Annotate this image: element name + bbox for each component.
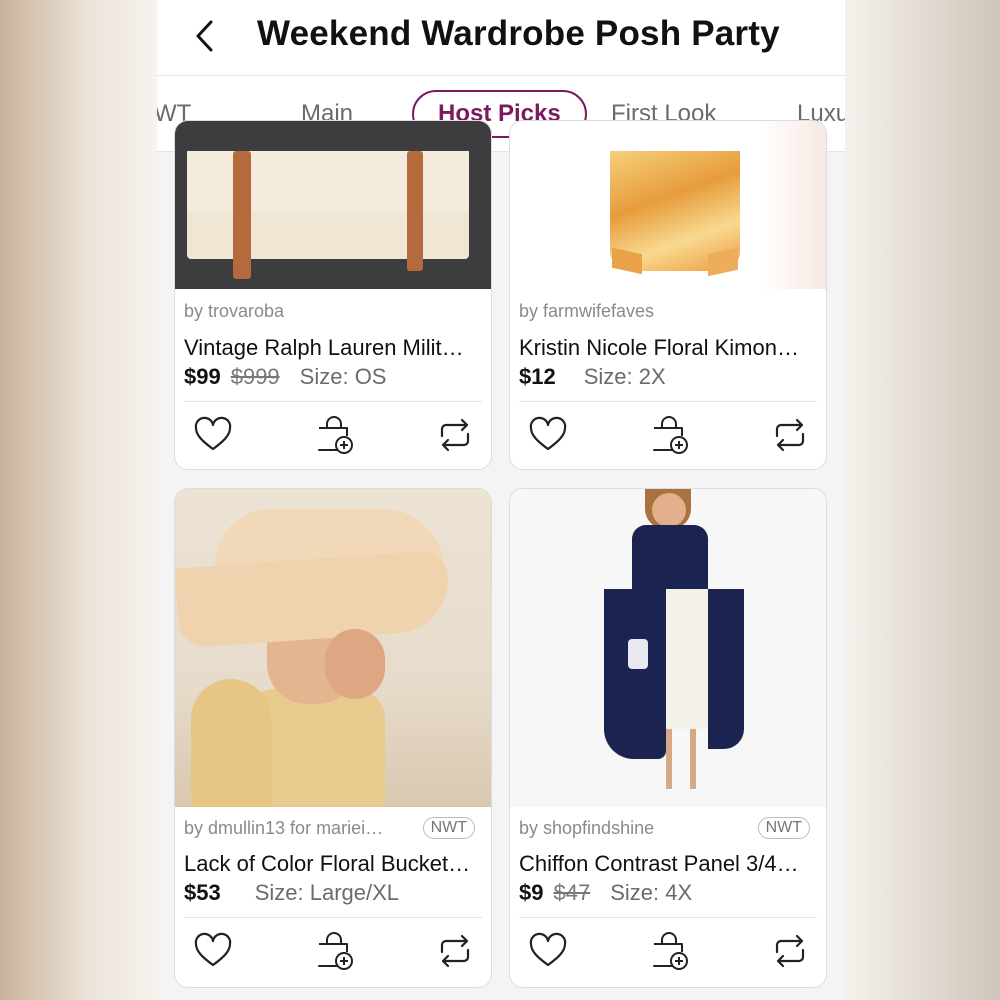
price-line: $99 $999 Size: OS	[184, 364, 386, 390]
price: $53	[184, 880, 221, 905]
bag-add-icon[interactable]	[648, 930, 690, 972]
size-label: Size: 2X	[583, 364, 666, 389]
listing-title[interactable]: Chiffon Contrast Panel 3/4…	[519, 851, 819, 877]
listing-card[interactable]: by farmwifefaves Kristin Nicole Floral K…	[509, 120, 827, 470]
price-line: $9 $47 Size: 4X	[519, 880, 692, 906]
listing-card[interactable]: by dmullin13 for mariei… NWT Lack of Col…	[174, 488, 492, 988]
share-arrows-icon[interactable]	[434, 930, 476, 972]
app-screen: Weekend Wardrobe Posh Party WT Main Host…	[157, 0, 845, 1000]
price: $99	[184, 364, 221, 389]
share-arrows-icon[interactable]	[769, 930, 811, 972]
size-label: Size: 4X	[610, 880, 693, 905]
divider	[519, 917, 817, 918]
price: $12	[519, 364, 556, 389]
price: $9	[519, 880, 544, 905]
listing-image[interactable]	[175, 489, 491, 807]
bag-add-icon[interactable]	[313, 414, 355, 456]
share-arrows-icon[interactable]	[434, 414, 476, 456]
heart-icon[interactable]	[192, 414, 234, 456]
original-price: $999	[230, 364, 280, 389]
heart-icon[interactable]	[527, 930, 569, 972]
seller-name[interactable]: by trovaroba	[184, 301, 284, 322]
original-price: $47	[553, 880, 591, 905]
listing-image[interactable]	[510, 121, 826, 289]
listing-title[interactable]: Kristin Nicole Floral Kimon…	[519, 335, 819, 361]
bag-add-icon[interactable]	[648, 414, 690, 456]
heart-icon[interactable]	[527, 414, 569, 456]
header: Weekend Wardrobe Posh Party	[157, 0, 845, 76]
seller-name[interactable]: by shopfindshine	[519, 818, 654, 839]
divider	[184, 917, 482, 918]
seller-name[interactable]: by farmwifefaves	[519, 301, 654, 322]
bag-add-icon[interactable]	[313, 930, 355, 972]
size-label: Size: OS	[299, 364, 387, 389]
nwt-badge: NWT	[422, 817, 475, 839]
seller-name[interactable]: by dmullin13 for mariei…	[184, 818, 383, 839]
listing-image[interactable]	[175, 121, 491, 289]
listing-title[interactable]: Lack of Color Floral Bucket…	[184, 851, 484, 877]
share-arrows-icon[interactable]	[769, 414, 811, 456]
price-line: $12 Size: 2X	[519, 364, 666, 390]
page-title: Weekend Wardrobe Posh Party	[257, 14, 780, 53]
price-line: $53 Size: Large/XL	[184, 880, 399, 906]
listing-image[interactable]	[510, 489, 826, 807]
heart-icon[interactable]	[192, 930, 234, 972]
listing-title[interactable]: Vintage Ralph Lauren Milit…	[184, 335, 484, 361]
chevron-left-icon[interactable]	[193, 18, 217, 54]
listing-card[interactable]: by trovaroba Vintage Ralph Lauren Milit……	[174, 120, 492, 470]
divider	[519, 401, 817, 402]
size-label: Size: Large/XL	[254, 880, 400, 905]
listing-card[interactable]: by shopfindshine NWT Chiffon Contrast Pa…	[509, 488, 827, 988]
nwt-badge: NWT	[757, 817, 810, 839]
divider	[184, 401, 482, 402]
